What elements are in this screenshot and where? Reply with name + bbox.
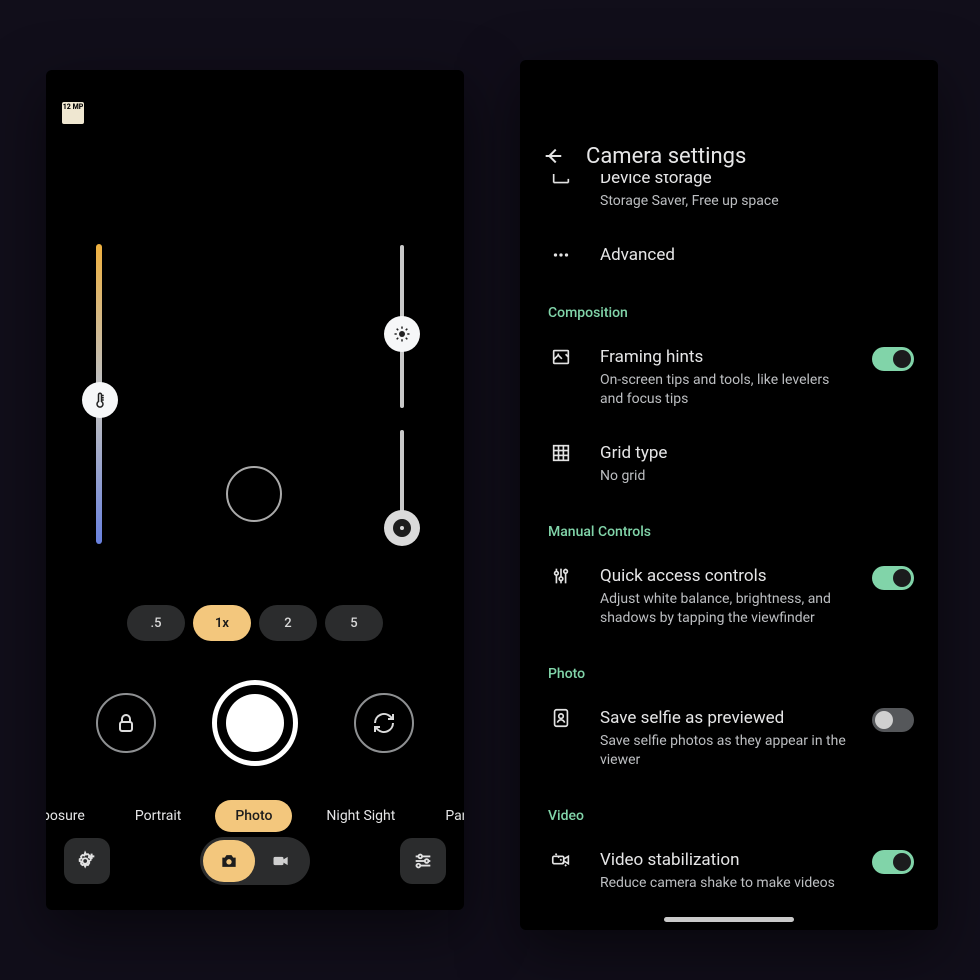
zoom-option[interactable]: 5: [325, 605, 383, 641]
capture-controls: [46, 680, 464, 766]
shadow-handle[interactable]: [384, 510, 420, 546]
mode-option[interactable]: Photo: [215, 800, 292, 832]
settings-item[interactable]: Grid type No grid: [520, 425, 938, 502]
lock-icon: [114, 711, 138, 735]
mode-option[interactable]: Panorar: [429, 800, 464, 832]
zoom-option[interactable]: 2: [259, 605, 317, 641]
settings-item-text: Quick access controlsAdjust white balanc…: [600, 564, 846, 628]
sliders-icon: [548, 564, 574, 587]
settings-item-text: Advanced: [600, 243, 916, 267]
settings-item-subtitle: Adjust white balance, brightness, and sh…: [600, 590, 846, 628]
photo-video-toggle[interactable]: [200, 837, 310, 885]
lock-button[interactable]: [96, 693, 156, 753]
stab-icon: [548, 848, 574, 871]
mode-selector[interactable]: g Exposure Portrait Photo Night Sight Panora…: [46, 798, 464, 834]
brightness-handle[interactable]: [384, 316, 420, 352]
settings-item-subtitle: Storage Saver, Free up space: [600, 192, 916, 211]
storage-icon: [548, 174, 574, 189]
resolution-badge[interactable]: 12 MP: [62, 102, 84, 124]
settings-item-title: Save selfie as previewed: [600, 706, 846, 730]
zoom-option[interactable]: 1x: [193, 605, 251, 641]
settings-item[interactable]: Video stabilization Reduce camera shake t…: [520, 832, 938, 909]
gesture-bar: [664, 917, 794, 922]
adjust-button[interactable]: [400, 838, 446, 884]
camera-icon: [219, 851, 239, 871]
mode-option[interactable]: Portrait: [119, 800, 197, 832]
switch-camera-button[interactable]: [354, 693, 414, 753]
settings-item-title: Video stabilization: [600, 848, 846, 872]
settings-item[interactable]: Device storage Storage Saver, Free up spa…: [520, 174, 938, 227]
settings-item-subtitle: No grid: [600, 467, 916, 486]
gear-plus-icon: [76, 850, 98, 872]
quick-settings-button[interactable]: [64, 838, 110, 884]
settings-section-header: Manual Controls: [520, 502, 938, 548]
settings-item-title: Quick access controls: [600, 564, 846, 588]
settings-item-text: Framing hintsOn-screen tips and tools, l…: [600, 345, 846, 409]
settings-item[interactable]: Advanced: [520, 227, 938, 283]
settings-item-title: Device storage: [600, 174, 916, 190]
zoom-selector: .51x25: [46, 605, 464, 641]
toggle-switch[interactable]: [872, 708, 914, 732]
camera-settings-panel: Camera settings Device storage Storage Sa…: [520, 60, 938, 930]
white-balance-handle[interactable]: [82, 382, 118, 418]
settings-section-header: Composition: [520, 283, 938, 329]
toggle-switch[interactable]: [872, 850, 914, 874]
contrast-icon: [393, 519, 411, 537]
bottom-toolbar: [46, 836, 464, 886]
settings-item-text: Save selfie as previewedSave selfie phot…: [600, 706, 846, 770]
toggle-switch[interactable]: [872, 347, 914, 371]
grid-icon: [548, 441, 574, 464]
settings-section-header: Video: [520, 786, 938, 832]
settings-item-text: Grid type No grid: [600, 441, 916, 486]
settings-item[interactable]: Framing hintsOn-screen tips and tools, l…: [520, 329, 938, 425]
camera-app: 12 MP .51x25 g ExposurePortraitPhot: [46, 70, 464, 910]
settings-item[interactable]: Quick access controlsAdjust white balanc…: [520, 548, 938, 644]
thermometer-icon: [91, 391, 109, 409]
settings-title: Camera settings: [586, 144, 746, 169]
settings-header: Camera settings: [520, 134, 938, 178]
video-icon: [271, 851, 291, 871]
settings-item-text: Device storage Storage Saver, Free up spa…: [600, 174, 916, 211]
settings-item[interactable]: Save selfie as previewedSave selfie phot…: [520, 690, 938, 786]
photo-mode-button[interactable]: [203, 840, 255, 882]
mode-option[interactable]: g Exposure: [46, 800, 101, 832]
back-icon[interactable]: [542, 145, 564, 167]
frame-icon: [548, 345, 574, 368]
settings-item-title: Grid type: [600, 441, 916, 465]
mode-option[interactable]: Night Sight: [310, 800, 411, 832]
settings-section-header: Photo: [520, 644, 938, 690]
sliders-icon: [412, 850, 434, 872]
settings-item-subtitle: Save selfie photos as they appear in the…: [600, 732, 846, 770]
settings-item-title: Framing hints: [600, 345, 846, 369]
settings-item-text: Video stabilization Reduce camera shake t…: [600, 848, 846, 893]
dots-icon: [548, 243, 574, 266]
selfie-icon: [548, 706, 574, 729]
settings-list[interactable]: Device storage Storage Saver, Free up spa…: [520, 174, 938, 930]
toggle-switch[interactable]: [872, 566, 914, 590]
shutter-button[interactable]: [212, 680, 298, 766]
shutter-icon: [226, 694, 284, 752]
settings-item-subtitle: Reduce camera shake to make videos: [600, 874, 846, 893]
settings-item-title: Advanced: [600, 243, 916, 267]
video-mode-button[interactable]: [255, 840, 307, 882]
focus-indicator: [226, 466, 282, 522]
settings-item-subtitle: On-screen tips and tools, like levelers …: [600, 371, 846, 409]
switch-camera-icon: [372, 711, 396, 735]
zoom-option[interactable]: .5: [127, 605, 185, 641]
brightness-icon: [393, 325, 411, 343]
